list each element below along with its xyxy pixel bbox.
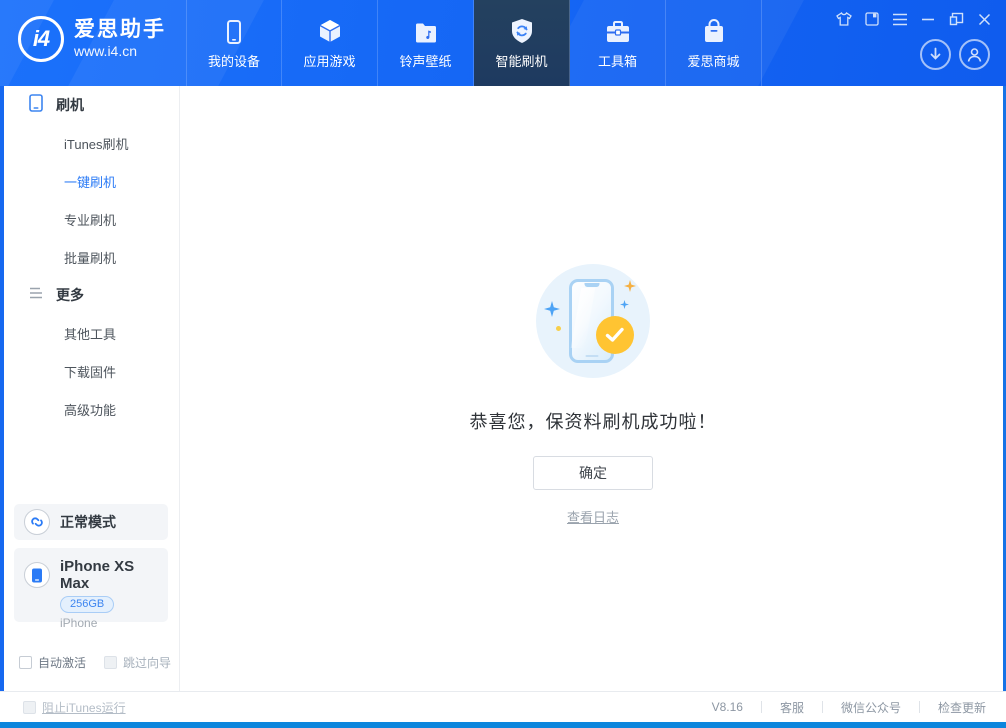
sidebar-group-flash[interactable]: 刷机 — [4, 86, 179, 124]
content-row: 刷机 iTunes刷机 一键刷机 专业刷机 批量刷机 更多 其他工具 下载固件 … — [0, 86, 1006, 691]
mode-card[interactable]: 正常模式 — [14, 504, 168, 540]
app-url: www.i4.cn — [74, 42, 166, 60]
checkbox-label: 阻止iTunes运行 — [42, 699, 126, 716]
sidebar-item-download-firmware[interactable]: 下载固件 — [4, 352, 179, 390]
capacity-badge: 256GB — [60, 596, 114, 613]
sidebar-item-pro-flash[interactable]: 专业刷机 — [4, 200, 179, 238]
device-name: iPhone XS Max — [60, 558, 158, 592]
device-icon — [223, 16, 245, 44]
window-border-left — [0, 86, 4, 691]
group-label: 刷机 — [56, 95, 84, 115]
tab-my-device[interactable]: 我的设备 — [186, 0, 282, 86]
sidebar-checkboxes: 自动激活 跳过向导 — [19, 654, 171, 671]
floppy-icon[interactable] — [864, 11, 880, 27]
logo-monogram: i4 — [18, 16, 64, 62]
main-nav: 我的设备 应用游戏 铃声壁纸 智能刷机 — [186, 0, 762, 86]
sidebar-item-advanced-features[interactable]: 高级功能 — [4, 390, 179, 428]
tab-apps-games[interactable]: 应用游戏 — [282, 0, 378, 86]
confirm-button[interactable]: 确定 — [533, 456, 653, 490]
view-log-link[interactable]: 查看日志 — [567, 507, 619, 526]
window-controls — [836, 11, 992, 27]
music-folder-icon — [414, 16, 438, 44]
mode-label: 正常模式 — [60, 512, 116, 532]
phone-homebar — [585, 355, 598, 357]
maximize-icon[interactable] — [948, 11, 964, 27]
shirt-icon[interactable] — [836, 11, 852, 27]
tab-label: 铃声壁纸 — [399, 51, 451, 70]
sidebar-item-one-click-flash[interactable]: 一键刷机 — [4, 162, 179, 200]
shopping-bag-icon — [702, 16, 726, 44]
auto-activate-checkbox[interactable]: 自动激活 — [19, 654, 86, 671]
tab-label: 工具箱 — [598, 51, 637, 70]
sidebar-item-other-tools[interactable]: 其他工具 — [4, 314, 179, 352]
version-label: V8.16 — [694, 700, 761, 714]
sparkle-icon — [544, 301, 560, 317]
menu-lines-icon — [28, 286, 44, 305]
download-icon[interactable] — [920, 39, 951, 70]
sidebar: 刷机 iTunes刷机 一键刷机 专业刷机 批量刷机 更多 其他工具 下载固件 … — [0, 86, 180, 691]
minimize-icon[interactable] — [920, 11, 936, 27]
check-update-link[interactable]: 检查更新 — [920, 699, 986, 716]
footer-links: V8.16 客服 微信公众号 检查更新 — [694, 699, 986, 716]
checkbox-label: 自动激活 — [38, 654, 86, 671]
status-bar: 阻止iTunes运行 V8.16 客服 微信公众号 检查更新 — [0, 691, 1006, 722]
tab-store[interactable]: 爱思商城 — [666, 0, 762, 86]
close-icon[interactable] — [976, 11, 992, 27]
shield-refresh-icon — [510, 16, 534, 44]
support-link[interactable]: 客服 — [762, 699, 822, 716]
window-border-bottom — [0, 722, 1006, 728]
app-window: i4 爱思助手 www.i4.cn 我的设备 应用游戏 — [0, 0, 1006, 728]
block-itunes-checkbox[interactable]: 阻止iTunes运行 — [23, 699, 126, 716]
sparkle-icon — [620, 300, 629, 309]
phone-success-illustration — [536, 264, 650, 378]
toolbox-icon — [605, 16, 631, 44]
group-label: 更多 — [56, 285, 84, 305]
phone-sheen — [571, 288, 596, 348]
app-title: 爱思助手 — [74, 18, 166, 42]
sparkle-dot — [556, 326, 561, 331]
tab-label: 智能刷机 — [495, 51, 547, 70]
titlebar: i4 爱思助手 www.i4.cn 我的设备 应用游戏 — [0, 0, 1006, 86]
wechat-link[interactable]: 微信公众号 — [823, 699, 919, 716]
cube-icon — [317, 16, 343, 44]
tab-smart-flash[interactable]: 智能刷机 — [474, 0, 570, 86]
phone-icon — [24, 562, 50, 588]
tab-label: 爱思商城 — [687, 51, 739, 70]
tab-toolbox[interactable]: 工具箱 — [570, 0, 666, 86]
success-message: 恭喜您，保资料刷机成功啦！ — [470, 408, 717, 434]
main-panel: 恭喜您，保资料刷机成功啦！ 确定 查看日志 — [180, 86, 1006, 691]
phone-notch — [584, 283, 599, 287]
checkbox-box — [23, 701, 36, 714]
device-card[interactable]: iPhone XS Max 256GB iPhone — [14, 548, 168, 622]
sparkle-icon — [624, 280, 636, 292]
tab-ringtones-wallpapers[interactable]: 铃声壁纸 — [378, 0, 474, 86]
checkbox-label: 跳过向导 — [123, 654, 171, 671]
app-logo: i4 爱思助手 www.i4.cn — [18, 16, 166, 62]
tab-label: 我的设备 — [208, 51, 260, 70]
skip-setup-checkbox[interactable]: 跳过向导 — [104, 654, 171, 671]
profile-icon[interactable] — [959, 39, 990, 70]
link-mode-icon — [24, 509, 50, 535]
flash-phone-icon — [28, 94, 44, 117]
logo-text: 爱思助手 www.i4.cn — [74, 18, 166, 60]
hamburger-icon[interactable] — [892, 11, 908, 27]
device-type: iPhone — [60, 616, 158, 630]
sidebar-cards: 正常模式 iPhone XS Max 256GB iPhone — [14, 504, 168, 622]
sidebar-item-batch-flash[interactable]: 批量刷机 — [4, 238, 179, 276]
checkbox-box — [104, 656, 117, 669]
checkbox-box — [19, 656, 32, 669]
header-round-buttons — [920, 39, 990, 70]
success-check-icon — [596, 316, 634, 354]
tab-label: 应用游戏 — [303, 51, 355, 70]
sidebar-group-more[interactable]: 更多 — [4, 276, 179, 314]
sidebar-item-itunes-flash[interactable]: iTunes刷机 — [4, 124, 179, 162]
